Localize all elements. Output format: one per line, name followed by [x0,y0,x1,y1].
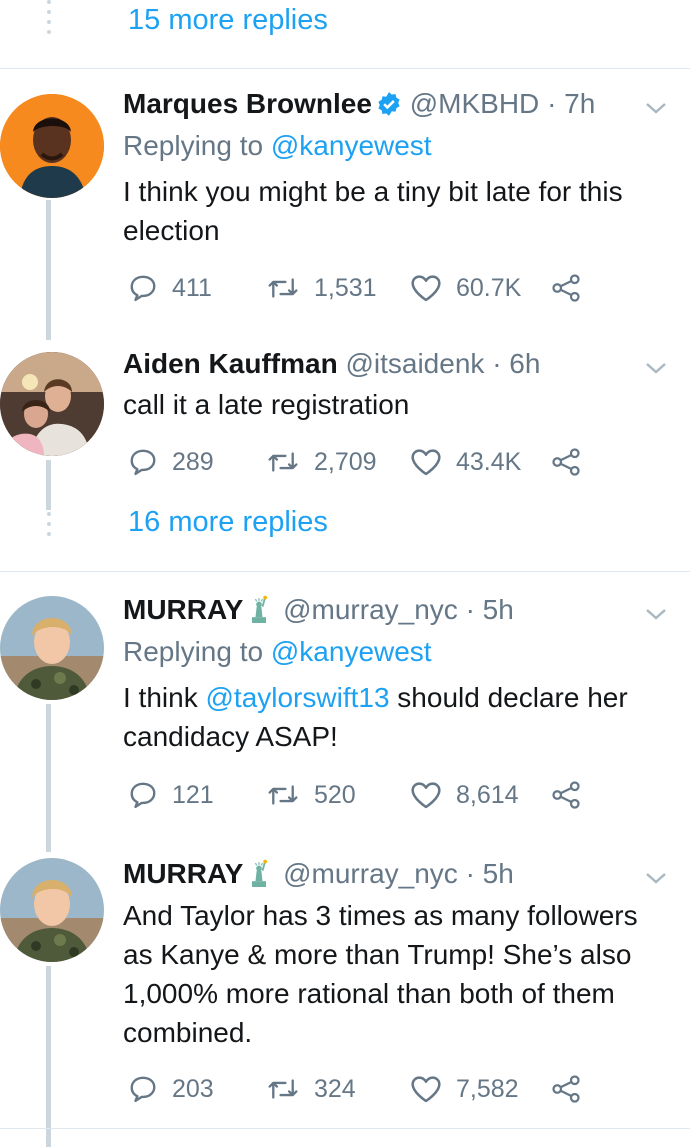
tweet-text: call it a late registration [123,389,410,420]
reply-count: 411 [172,273,212,302]
statue-of-liberty-emoji [247,595,271,630]
chevron-down-icon[interactable] [644,360,668,376]
username[interactable]: @murray_nyc [283,594,458,625]
share-button[interactable] [550,777,582,813]
thread-line [46,200,51,340]
timestamp[interactable]: · 7h [547,88,595,119]
replying-to: Replying to @kanyewest [123,130,432,162]
reply-icon [130,449,156,476]
reply-icon [130,275,156,302]
username[interactable]: @itsaidenk [345,348,484,379]
retweet-icon [268,278,298,298]
timestamp[interactable]: · 5h [466,594,514,625]
retweet-icon [268,452,298,472]
replying-to-mention[interactable]: @kanyewest [271,130,432,161]
verified-badge-icon [376,91,402,124]
like-count: 7,582 [456,1074,519,1103]
divider [0,68,690,69]
like-count: 60.7K [456,273,522,302]
retweet-icon [268,1079,298,1099]
retweet-icon [268,785,298,805]
display-name[interactable]: Aiden Kauffman [123,348,338,379]
username[interactable]: @MKBHD [410,88,540,119]
retweet-count: 520 [314,780,356,809]
chevron-down-icon[interactable] [644,606,668,622]
timestamp[interactable]: · 5h [466,858,514,889]
tweet-header: Marques Brownlee @MKBHD · 7h [123,88,595,124]
reply-count: 203 [172,1074,214,1103]
display-name[interactable]: MURRAY [123,858,243,889]
tweet-text-part: I think [123,682,206,713]
retweet-button[interactable]: 2,709 [266,444,377,480]
display-name[interactable]: MURRAY [123,594,243,625]
display-name[interactable]: Marques Brownlee [123,88,372,119]
share-button[interactable] [550,444,582,480]
reply-count: 121 [172,780,214,809]
retweet-button[interactable]: 324 [266,1071,356,1107]
tweet-text: I think you might be a tiny bit late for… [123,176,623,246]
retweet-count: 324 [314,1074,356,1103]
like-button[interactable]: 8,614 [410,777,519,813]
retweet-button[interactable]: 1,531 [266,270,377,306]
share-button[interactable] [550,270,582,306]
tweet-actions: 411 1,531 60.7K [128,270,628,306]
reply-button[interactable]: 411 [128,270,212,306]
reply-count: 289 [172,447,214,476]
tweet-header: MURRAY @murray_nyc · 5h [123,594,514,630]
replying-to: Replying to @kanyewest [123,636,432,668]
like-button[interactable]: 7,582 [410,1071,519,1107]
heart-icon [411,449,441,476]
tweet-mention-link[interactable]: @taylorswift13 [205,682,389,713]
reply-icon [130,1076,156,1103]
retweet-button[interactable]: 520 [266,777,356,813]
more-replies-link[interactable]: 15 more replies [128,4,328,37]
retweet-count: 2,709 [314,447,377,476]
share-icon [552,448,580,476]
retweet-count: 1,531 [314,273,377,302]
avatar[interactable] [0,858,104,962]
more-replies-link[interactable]: 16 more replies [128,506,328,539]
share-button[interactable] [550,1071,582,1107]
chevron-down-icon[interactable] [644,870,668,886]
reply-button[interactable]: 121 [128,777,214,813]
replying-label: Replying to [123,130,264,161]
tweet-actions: 203 324 7,582 [128,1071,628,1107]
like-count: 43.4K [456,447,522,476]
tweet-text: I think @taylorswift13 should declare he… [123,678,673,756]
replying-label: Replying to [123,636,264,667]
statue-of-liberty-emoji [247,859,271,894]
heart-icon [411,782,441,809]
replying-to-mention[interactable]: @kanyewest [271,636,432,667]
like-count: 8,614 [456,780,519,809]
reply-icon [130,782,156,809]
thread-dots [46,0,51,40]
tweet-actions: 121 520 8,614 [128,777,628,813]
thread-dots [46,512,51,542]
heart-icon [411,1076,441,1103]
reply-button[interactable]: 289 [128,444,214,480]
timestamp[interactable]: · 6h [492,348,540,379]
like-button[interactable]: 60.7K [410,270,521,306]
tweet-header: MURRAY @murray_nyc · 5h [123,858,514,894]
share-icon [552,1075,580,1103]
avatar[interactable] [0,94,104,198]
heart-icon [411,275,441,302]
thread-line [46,704,51,852]
chevron-down-icon[interactable] [644,100,668,116]
avatar[interactable] [0,352,104,456]
avatar[interactable] [0,596,104,700]
reply-button[interactable]: 203 [128,1071,214,1107]
like-button[interactable]: 43.4K [410,444,521,480]
thread-line [46,966,51,1147]
divider [0,571,690,572]
tweet-header: Aiden Kauffman @itsaidenk · 6h [123,348,540,380]
username[interactable]: @murray_nyc [283,858,458,889]
tweet-text: And Taylor has 3 times as many followers… [123,900,638,1048]
share-icon [552,781,580,809]
divider [0,1128,690,1129]
thread-line [46,460,51,510]
tweet-actions: 289 2,709 43.4K [128,444,628,480]
share-icon [552,274,580,302]
